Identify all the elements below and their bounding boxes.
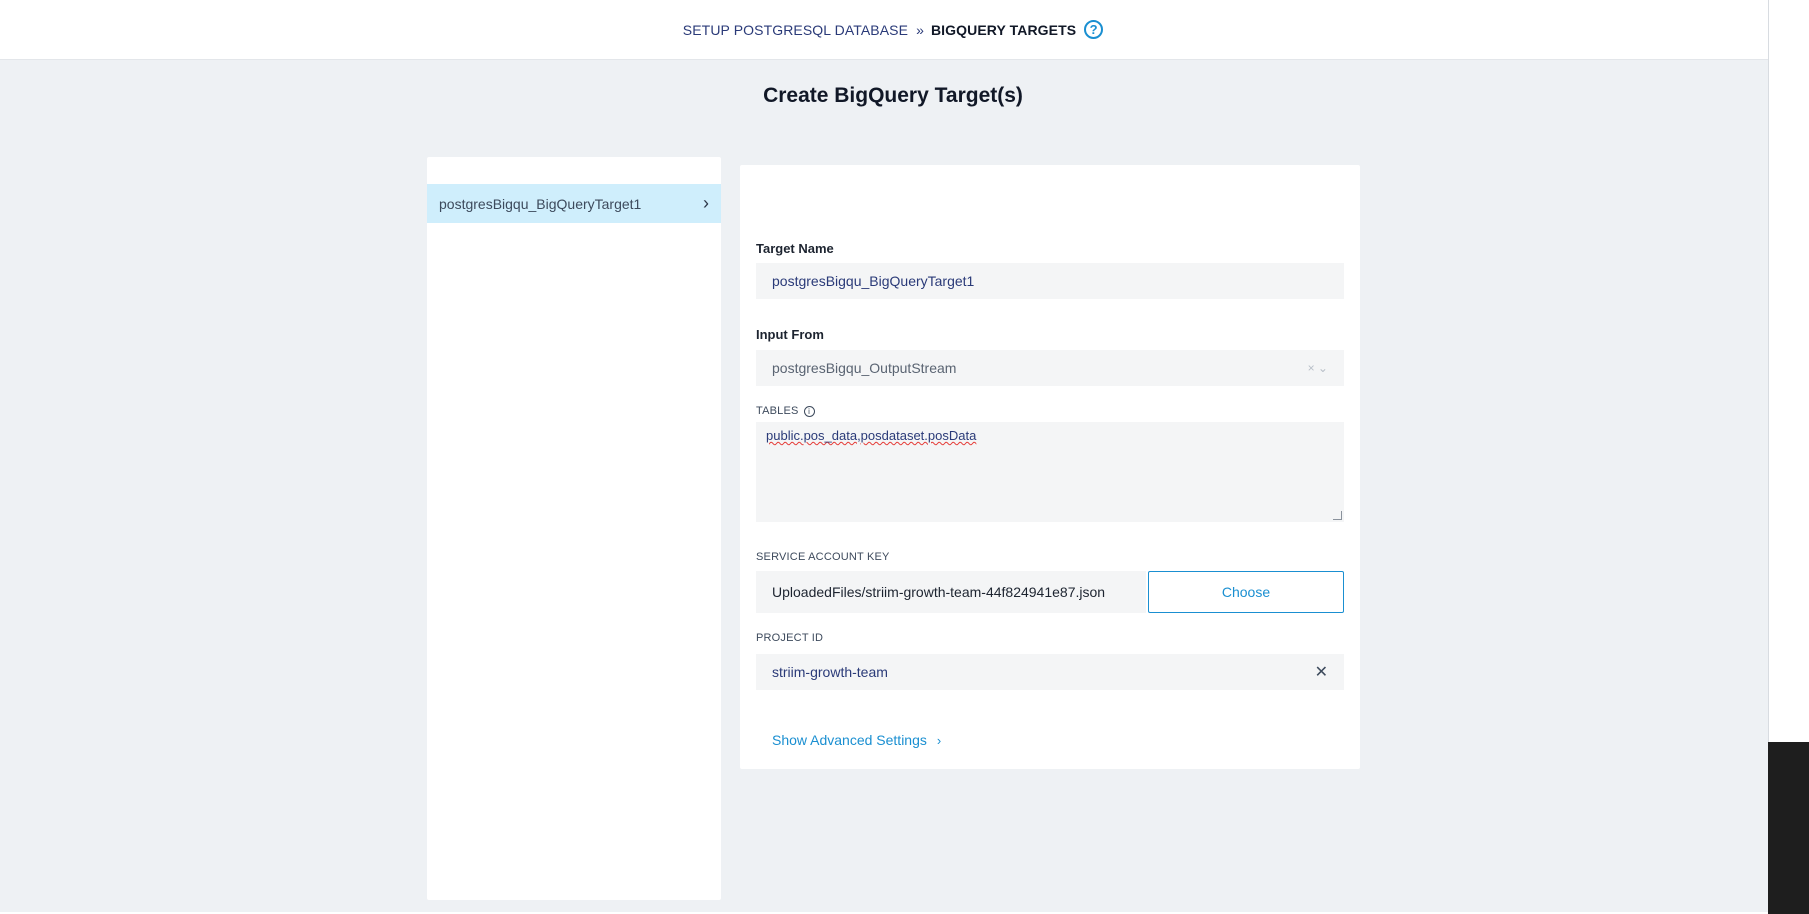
input-from-value: postgresBigqu_OutputStream bbox=[772, 360, 957, 376]
breadcrumb-step-setup-postgresql[interactable]: SETUP POSTGRESQL DATABASE bbox=[683, 22, 908, 38]
resize-handle-icon[interactable] bbox=[1333, 511, 1342, 520]
close-icon[interactable]: ✕ bbox=[1315, 662, 1328, 682]
tables-label: TABLES bbox=[756, 405, 799, 417]
breadcrumb-separator-icon: » bbox=[916, 21, 924, 38]
target-list-item-label: postgresBigqu_BigQueryTarget1 bbox=[439, 195, 642, 212]
target-list-item[interactable]: postgresBigqu_BigQueryTarget1 › bbox=[427, 184, 721, 223]
target-name-value: postgresBigqu_BigQueryTarget1 bbox=[772, 273, 975, 289]
info-icon[interactable]: i bbox=[803, 405, 815, 417]
service-account-key-field[interactable]: UploadedFiles/striim-growth-team-44f8249… bbox=[756, 571, 1146, 613]
input-from-label: Input From bbox=[756, 327, 824, 342]
clear-and-chevron-down-icon[interactable]: × ⌄ bbox=[1308, 361, 1328, 375]
breadcrumb-step-bigquery-targets: BIGQUERY TARGETS bbox=[930, 21, 1077, 38]
project-id-value: striim-growth-team bbox=[772, 664, 888, 680]
terminal-panel-edge bbox=[1768, 742, 1809, 914]
top-breadcrumb-bar: SETUP POSTGRESQL DATABASE » BIGQUERY TAR… bbox=[0, 0, 1786, 60]
target-form-panel: Target Name postgresBigqu_BigQueryTarget… bbox=[740, 165, 1360, 769]
service-account-key-value: UploadedFiles/striim-growth-team-44f8249… bbox=[772, 584, 1106, 600]
service-account-key-label: SERVICE ACCOUNT KEY bbox=[756, 551, 890, 563]
tables-value: public.pos_data,posdataset.posData bbox=[766, 428, 977, 443]
target-name-label: Target Name bbox=[756, 241, 834, 256]
help-icon[interactable]: ? bbox=[1084, 20, 1104, 39]
page-title: Create BigQuery Target(s) bbox=[763, 84, 1023, 107]
target-list-panel: postgresBigqu_BigQueryTarget1 › bbox=[427, 157, 721, 900]
show-advanced-settings-label: Show Advanced Settings bbox=[772, 732, 927, 748]
tables-label-row: TABLES i bbox=[756, 405, 815, 417]
chevron-right-icon: › bbox=[936, 732, 942, 748]
choose-file-button[interactable]: Choose bbox=[1148, 571, 1344, 613]
tables-textarea[interactable]: public.pos_data,posdataset.posData bbox=[756, 422, 1344, 522]
main-content: Create BigQuery Target(s) postgresBigqu_… bbox=[0, 60, 1786, 912]
show-advanced-settings-link[interactable]: Show Advanced Settings › bbox=[772, 732, 941, 748]
input-from-select[interactable]: postgresBigqu_OutputStream × ⌄ bbox=[756, 350, 1344, 386]
project-id-label: PROJECT ID bbox=[756, 632, 824, 644]
project-id-input[interactable]: striim-growth-team ✕ bbox=[756, 654, 1344, 690]
chevron-right-icon: › bbox=[703, 193, 709, 213]
target-name-input[interactable]: postgresBigqu_BigQueryTarget1 bbox=[756, 263, 1344, 299]
